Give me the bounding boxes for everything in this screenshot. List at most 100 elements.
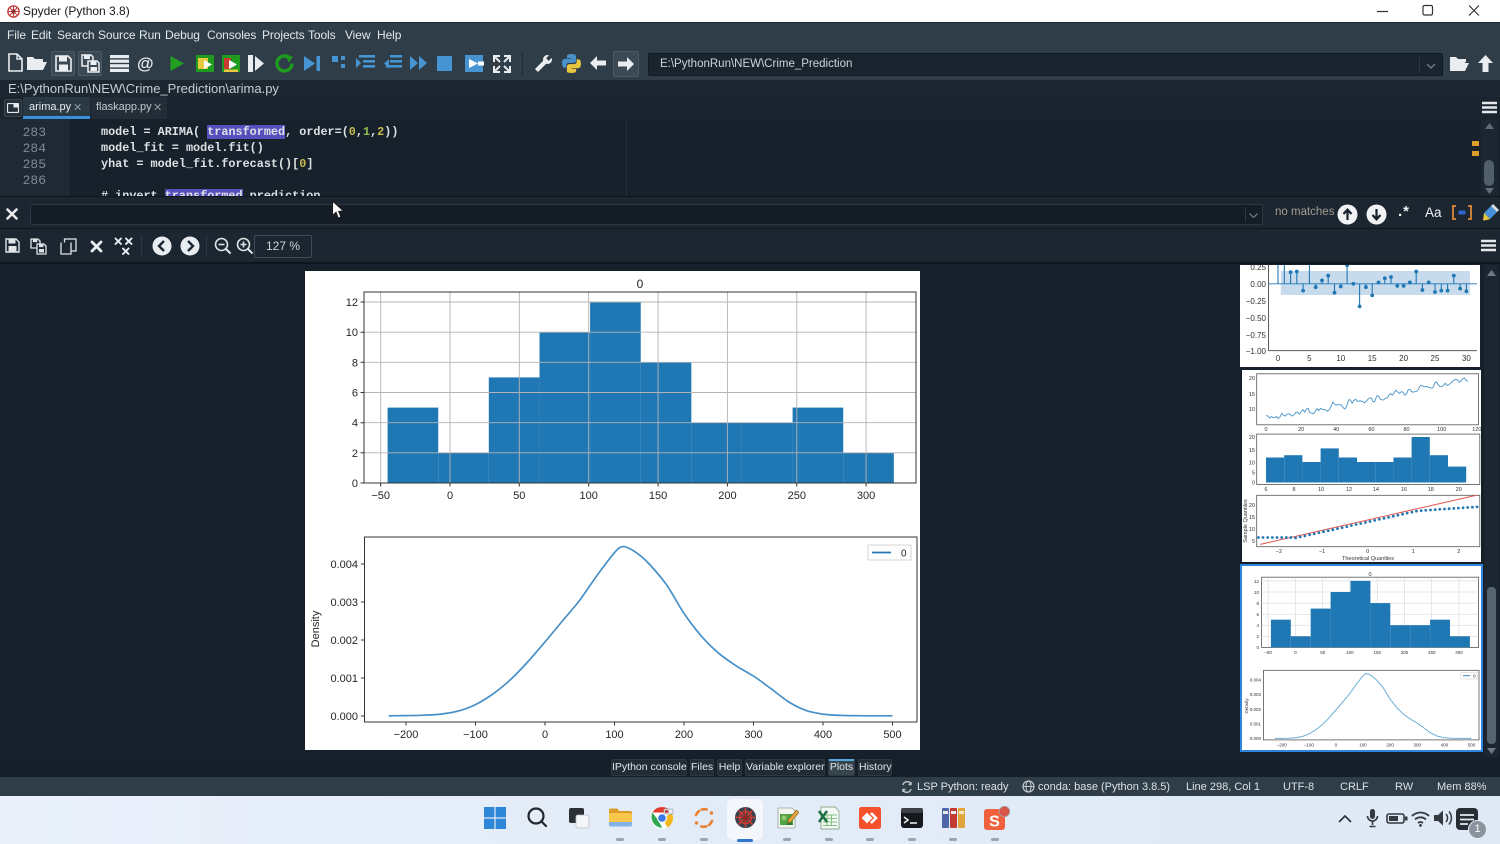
svg-text:−0.50: −0.50 [1246, 314, 1267, 323]
svg-text:0: 0 [901, 549, 907, 560]
svg-text:200: 200 [675, 729, 693, 741]
svg-text:0: 0 [352, 478, 358, 490]
svg-text:0.001: 0.001 [1250, 721, 1262, 726]
svg-text:100: 100 [605, 729, 623, 741]
svg-text:120: 120 [1472, 427, 1481, 433]
svg-text:25: 25 [1431, 354, 1440, 363]
svg-text:10: 10 [1249, 407, 1255, 413]
svg-text:16: 16 [1401, 487, 1407, 493]
svg-text:400: 400 [1441, 743, 1449, 748]
svg-text:−0.25: −0.25 [1246, 297, 1267, 306]
svg-text:8: 8 [1256, 601, 1259, 606]
svg-text:80: 80 [1403, 427, 1409, 433]
svg-text:18: 18 [1428, 487, 1434, 493]
svg-text:0.001: 0.001 [330, 673, 358, 685]
svg-text:0: 0 [1264, 427, 1267, 433]
svg-text:2: 2 [1256, 634, 1259, 639]
svg-text:6: 6 [1264, 487, 1267, 493]
svg-text:15: 15 [1249, 448, 1255, 454]
svg-text:−1.00: −1.00 [1246, 347, 1267, 356]
svg-text:150: 150 [649, 490, 667, 502]
svg-text:10: 10 [346, 327, 358, 339]
svg-text:−0.75: −0.75 [1246, 331, 1267, 340]
svg-text:12: 12 [1254, 579, 1260, 584]
svg-text:0.002: 0.002 [1250, 707, 1262, 712]
svg-text:−1: −1 [1319, 549, 1325, 555]
svg-text:400: 400 [814, 729, 832, 741]
svg-text:1: 1 [1412, 549, 1415, 555]
svg-text:8: 8 [352, 357, 358, 369]
svg-text:40: 40 [1333, 427, 1339, 433]
svg-text:20: 20 [1298, 427, 1304, 433]
svg-text:300: 300 [1414, 743, 1422, 748]
svg-text:−200: −200 [394, 729, 419, 741]
svg-text:5: 5 [1307, 354, 1312, 363]
svg-text:200: 200 [1386, 743, 1394, 748]
svg-text:Density: Density [1244, 698, 1249, 714]
svg-text:10: 10 [1249, 460, 1255, 466]
svg-text:0.000: 0.000 [1250, 736, 1262, 741]
svg-text:6: 6 [1256, 612, 1259, 617]
svg-text:20: 20 [1249, 435, 1255, 441]
svg-text:10: 10 [1318, 487, 1324, 493]
svg-text:Density: Density [310, 610, 322, 647]
svg-text:6: 6 [352, 388, 358, 400]
svg-text:30: 30 [1462, 354, 1471, 363]
svg-text:20: 20 [1456, 487, 1462, 493]
svg-text:0.003: 0.003 [1250, 692, 1262, 697]
svg-text:100: 100 [1346, 650, 1354, 655]
svg-text:−100: −100 [1304, 743, 1315, 748]
svg-text:500: 500 [883, 729, 901, 741]
svg-text:4: 4 [352, 418, 358, 430]
svg-text:4: 4 [1256, 623, 1259, 628]
svg-text:0: 0 [1366, 549, 1369, 555]
svg-text:300: 300 [1455, 650, 1463, 655]
svg-text:0.25: 0.25 [1250, 265, 1266, 272]
svg-text:0.003: 0.003 [330, 597, 358, 609]
svg-text:−100: −100 [463, 729, 488, 741]
svg-text:10: 10 [1336, 354, 1345, 363]
svg-text:0: 0 [447, 490, 453, 502]
svg-text:50: 50 [1320, 650, 1326, 655]
svg-text:0.00: 0.00 [1250, 280, 1266, 289]
svg-text:10: 10 [1249, 527, 1255, 533]
svg-text:250: 250 [1428, 650, 1436, 655]
svg-text:0: 0 [1252, 481, 1255, 487]
svg-text:300: 300 [857, 490, 875, 502]
svg-text:10: 10 [1254, 590, 1260, 595]
svg-text:300: 300 [744, 729, 762, 741]
svg-text:0.000: 0.000 [330, 711, 358, 723]
svg-text:200: 200 [1401, 650, 1409, 655]
svg-text:20: 20 [1399, 354, 1408, 363]
svg-text:20: 20 [1249, 503, 1255, 509]
svg-text:20: 20 [1249, 376, 1255, 382]
svg-text:12: 12 [1346, 487, 1352, 493]
svg-text:100: 100 [1437, 427, 1446, 433]
svg-text:12: 12 [346, 297, 358, 309]
svg-text:2: 2 [1457, 549, 1460, 555]
svg-text:0: 0 [1294, 650, 1297, 655]
svg-text:0.004: 0.004 [1250, 678, 1262, 683]
svg-text:100: 100 [1359, 743, 1367, 748]
svg-text:5: 5 [1252, 470, 1255, 476]
svg-text:−50: −50 [371, 490, 390, 502]
svg-text:0: 0 [1256, 645, 1259, 650]
svg-text:0.002: 0.002 [330, 635, 358, 647]
svg-text:−200: −200 [1277, 743, 1288, 748]
svg-text:200: 200 [718, 490, 736, 502]
svg-text:2: 2 [352, 448, 358, 460]
svg-text:15: 15 [1249, 392, 1255, 398]
svg-text:15: 15 [1249, 515, 1255, 521]
svg-text:60: 60 [1368, 427, 1374, 433]
svg-text:150: 150 [1373, 650, 1381, 655]
svg-text:5: 5 [1252, 539, 1255, 545]
svg-text:100: 100 [580, 490, 598, 502]
svg-text:0: 0 [542, 729, 548, 741]
svg-text:−2: −2 [1276, 549, 1282, 555]
svg-text:0.004: 0.004 [330, 559, 358, 571]
svg-text:S: S [989, 814, 1000, 831]
svg-text:14: 14 [1373, 487, 1379, 493]
svg-text:8: 8 [1292, 487, 1295, 493]
svg-text:0: 0 [637, 277, 644, 291]
svg-text:−50: −50 [1264, 650, 1272, 655]
